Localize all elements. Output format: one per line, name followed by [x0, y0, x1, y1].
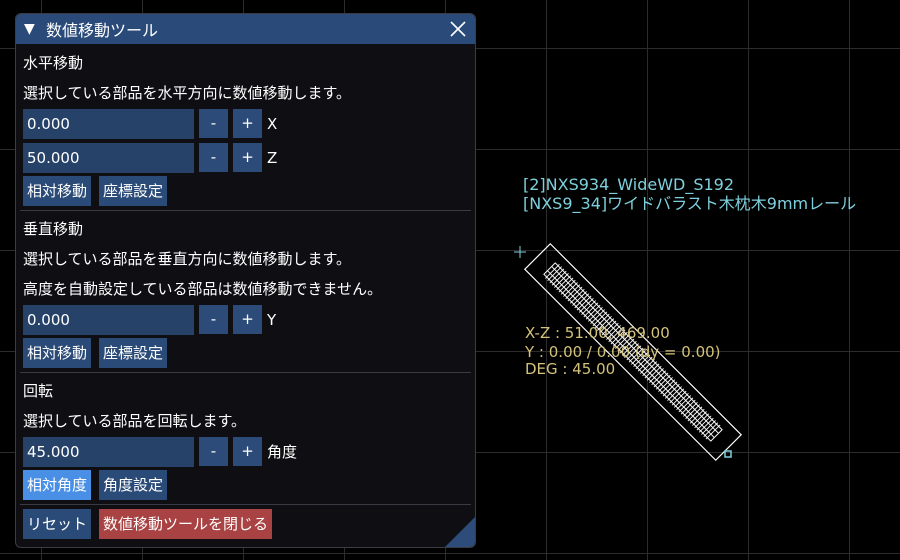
anchor-marker-start: [514, 246, 526, 258]
z-row: 50.000 - + Z: [23, 142, 468, 173]
resize-grip[interactable]: [445, 517, 475, 547]
rotation-description: 選択している部品を回転します。: [23, 412, 247, 430]
coord-xz-readout: X-Z : 51.00, 469.00: [525, 324, 670, 342]
reset-button[interactable]: リセット: [23, 509, 92, 539]
footer-section: リセット 数値移動ツールを閉じる: [16, 508, 475, 539]
y-row: 0.000 - + Y: [23, 304, 468, 335]
vertical-section: 垂直移動 選択している部品を垂直方向に数値移動します。 高度を自動設定している部…: [16, 214, 475, 368]
vertical-heading: 垂直移動: [23, 220, 84, 238]
window-titlebar[interactable]: ▼ 数値移動ツール: [16, 14, 475, 44]
vertical-mode-buttons: 相対移動 座標設定: [23, 338, 468, 368]
z-decrement-button[interactable]: -: [199, 143, 228, 172]
rotation-heading: 回転: [23, 382, 54, 400]
anchor-marker-end: [724, 450, 732, 458]
horizontal-set-coordinates-button[interactable]: 座標設定: [99, 176, 168, 206]
z-increment-button[interactable]: +: [233, 143, 262, 172]
y-decrement-button[interactable]: -: [199, 305, 228, 334]
x-increment-button[interactable]: +: [233, 109, 262, 138]
part-id-label: [2]NXS934_WideWD_S192: [523, 175, 735, 194]
horizontal-section: 水平移動 選択している部品を水平方向に数値移動します。 0.000 - + X …: [16, 44, 475, 206]
angle-value-input[interactable]: 45.000: [23, 436, 194, 467]
y-value-input[interactable]: 0.000: [23, 304, 194, 335]
horizontal-relative-move-button[interactable]: 相対移動: [23, 176, 92, 206]
z-axis-label: Z: [267, 148, 278, 167]
close-tool-button[interactable]: 数値移動ツールを閉じる: [99, 509, 273, 539]
y-increment-button[interactable]: +: [233, 305, 262, 334]
divider: [20, 372, 471, 373]
vertical-note: 高度を自動設定している部品は数値移動できません。: [23, 280, 383, 298]
vertical-description: 選択している部品を垂直方向に数値移動します。: [23, 250, 352, 268]
relative-angle-button[interactable]: 相対角度: [23, 470, 92, 500]
x-value-input[interactable]: 0.000: [23, 108, 194, 139]
angle-decrement-button[interactable]: -: [199, 437, 228, 466]
vertical-relative-move-button[interactable]: 相対移動: [23, 338, 92, 368]
angle-increment-button[interactable]: +: [233, 437, 262, 466]
window-title: 数値移動ツール: [46, 21, 159, 40]
angle-row: 45.000 - + 角度: [23, 436, 468, 467]
x-decrement-button[interactable]: -: [199, 109, 228, 138]
set-angle-button[interactable]: 角度設定: [99, 470, 168, 500]
divider: [20, 504, 471, 505]
footer-buttons: リセット 数値移動ツールを閉じる: [23, 509, 468, 539]
horizontal-mode-buttons: 相対移動 座標設定: [23, 176, 468, 206]
horizontal-description: 選択している部品を水平方向に数値移動します。: [23, 84, 352, 102]
rotation-mode-buttons: 相対角度 角度設定: [23, 470, 468, 500]
part-name-label: [NXS9_34]ワイドバラスト木枕木9mmレール: [523, 194, 857, 213]
x-row: 0.000 - + X: [23, 108, 468, 139]
x-axis-label: X: [267, 114, 278, 133]
y-axis-label: Y: [267, 310, 277, 329]
horizontal-heading: 水平移動: [23, 54, 84, 72]
collapse-arrow-icon[interactable]: ▼: [24, 21, 38, 37]
numeric-move-tool-window[interactable]: ▼ 数値移動ツール 水平移動 選択している部品を水平方向に数値移動します。 0.…: [15, 13, 476, 548]
rotation-section: 回転 選択している部品を回転します。 45.000 - + 角度 相対角度 角度…: [16, 376, 475, 500]
coord-deg-readout: DEG : 45.00: [525, 360, 616, 378]
coord-y-readout: Y : 0.00 / 0.00 (dy = 0.00): [525, 343, 721, 361]
z-value-input[interactable]: 50.000: [23, 142, 194, 173]
angle-label: 角度: [267, 443, 298, 461]
vertical-set-coordinates-button[interactable]: 座標設定: [99, 338, 168, 368]
close-icon[interactable]: [448, 19, 468, 39]
divider: [20, 210, 471, 211]
